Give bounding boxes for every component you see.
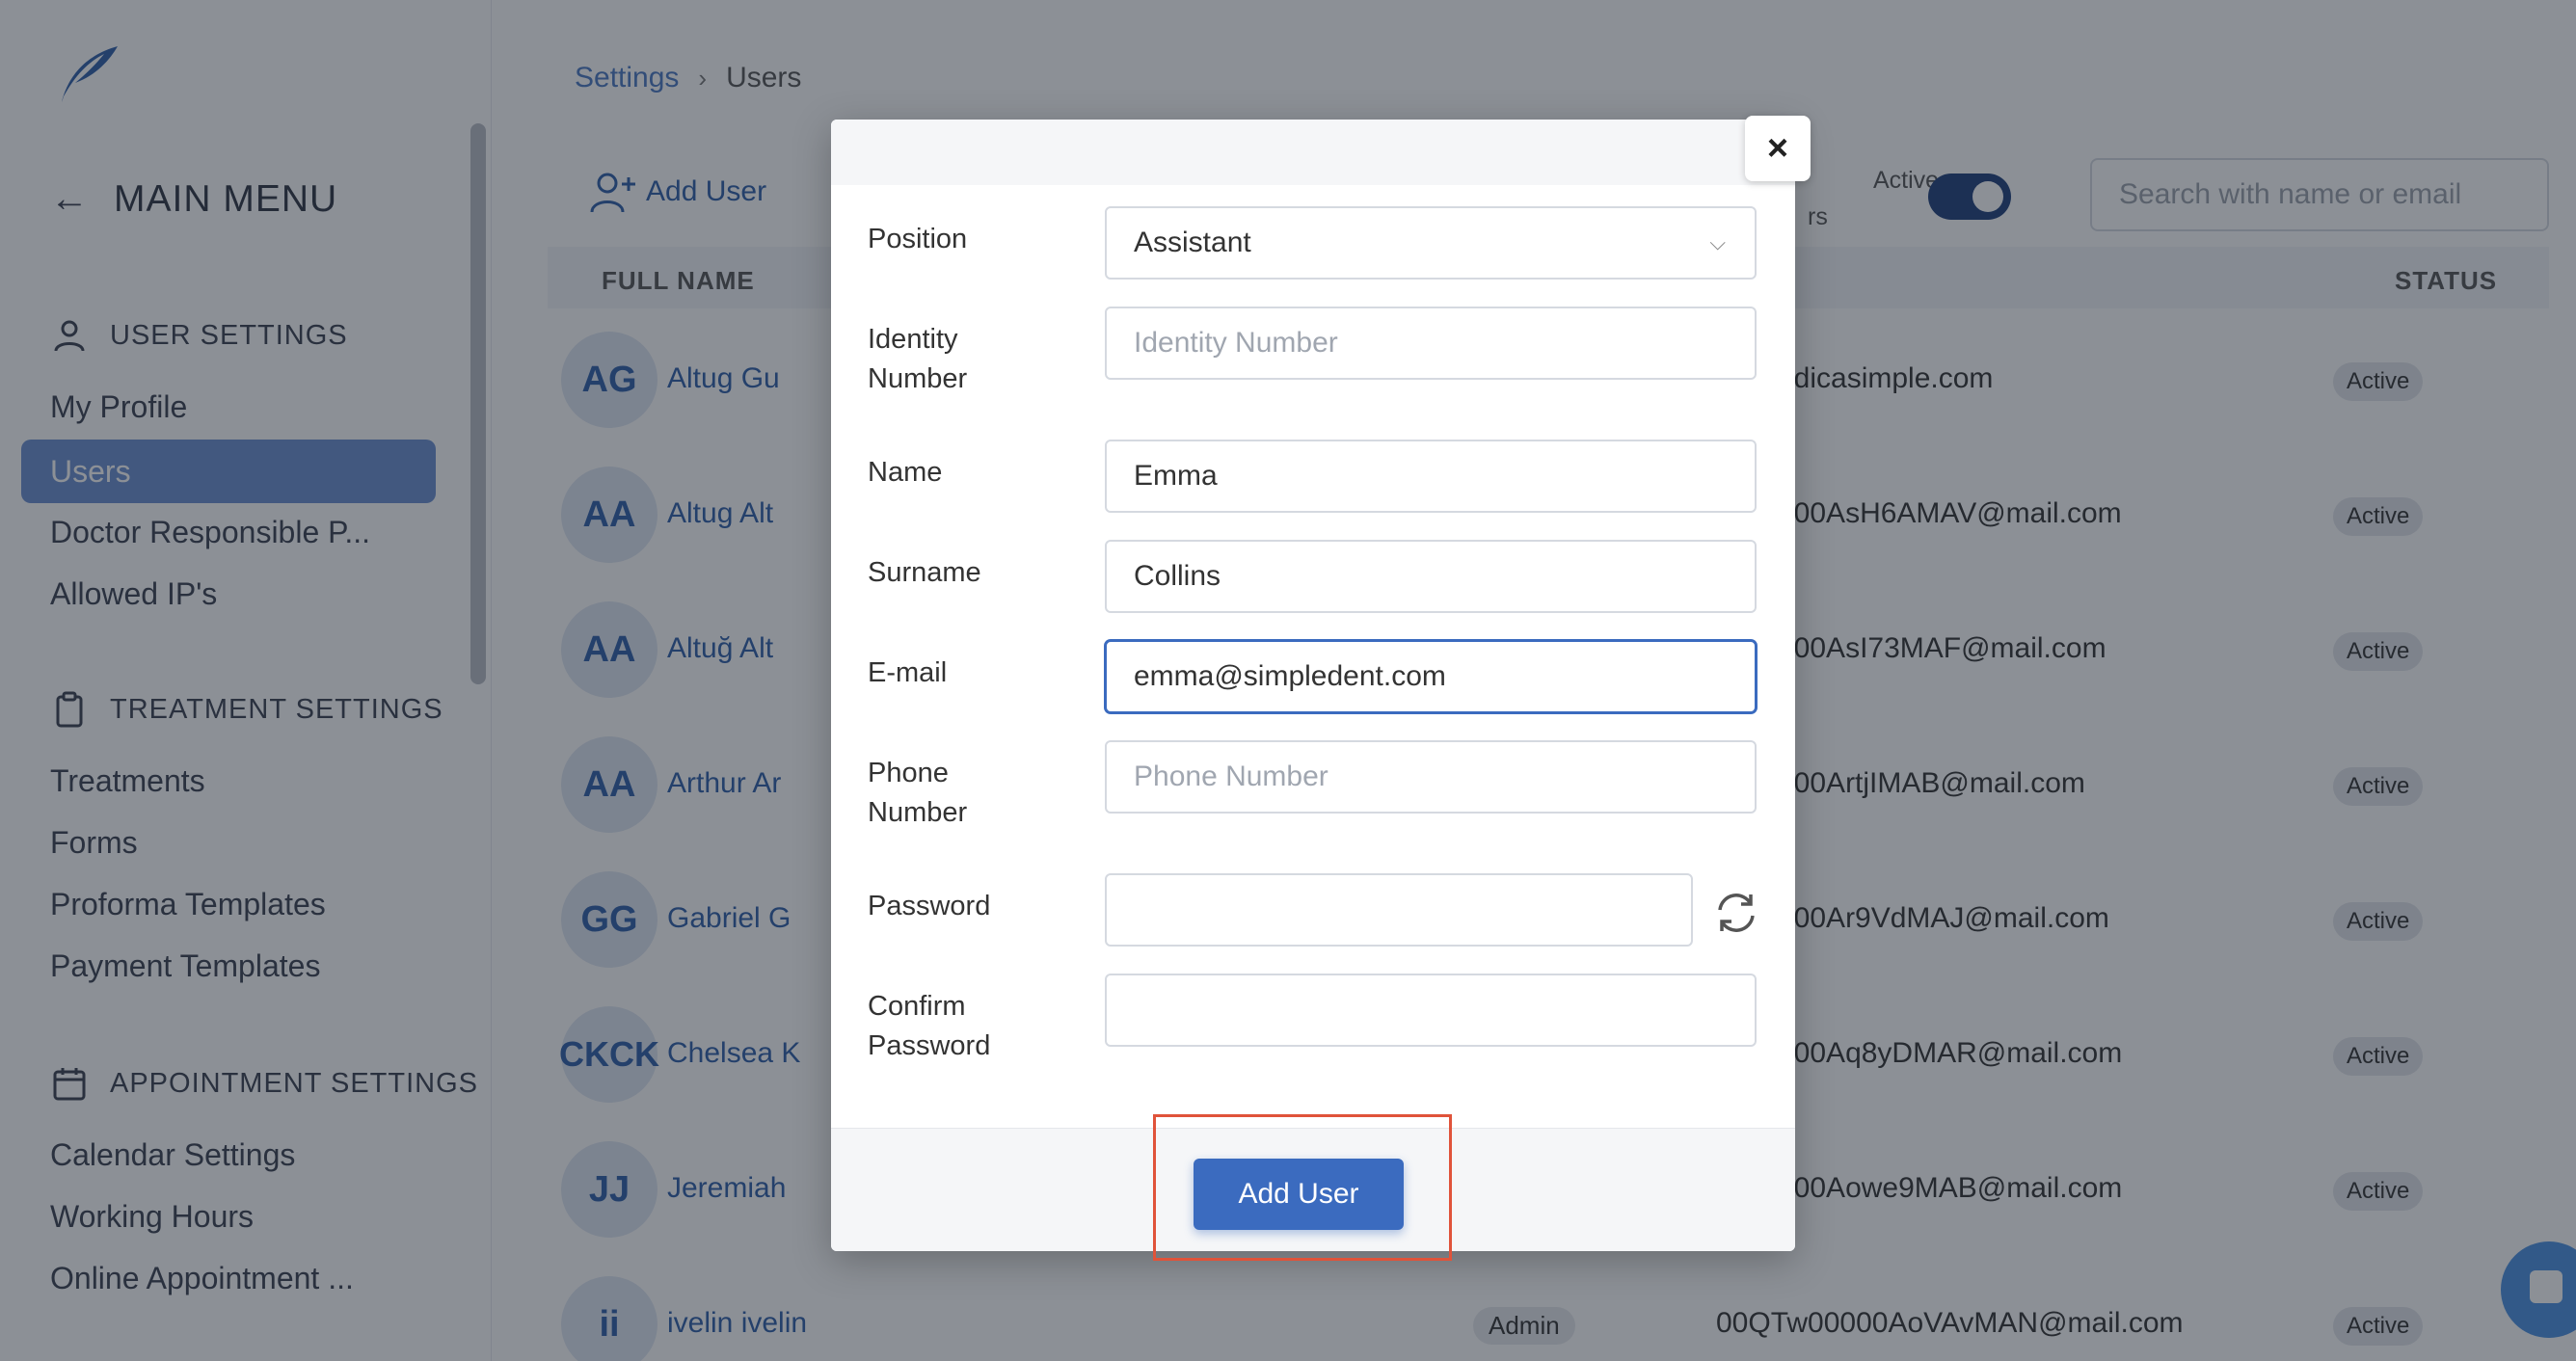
- confirm-label-line2: Password: [868, 1030, 991, 1061]
- phone-label-line2: Number: [868, 797, 968, 828]
- close-icon[interactable]: ×: [1745, 116, 1811, 181]
- identity-label-line2: Number: [868, 363, 968, 394]
- name-label: Name: [868, 457, 943, 488]
- chevron-down-icon: ⌵: [1709, 230, 1726, 254]
- confirm-label-line1: Confirm: [868, 991, 966, 1022]
- surname-input[interactable]: [1105, 540, 1757, 613]
- highlight-box: [1153, 1114, 1452, 1261]
- position-select[interactable]: Assistant ⌵: [1105, 206, 1757, 280]
- phone-number-input[interactable]: [1105, 740, 1757, 814]
- position-value: Assistant: [1134, 227, 1251, 258]
- password-input[interactable]: [1105, 873, 1693, 947]
- email-label: E-mail: [868, 657, 948, 688]
- add-user-modal: Position Assistant ⌵ Identity Number Nam…: [831, 120, 1795, 1251]
- email-input[interactable]: [1105, 640, 1757, 713]
- confirm-password-input[interactable]: [1105, 974, 1757, 1047]
- phone-number-label: Phone Number: [868, 754, 967, 833]
- position-label: Position: [868, 224, 968, 254]
- phone-label-line1: Phone: [868, 758, 949, 788]
- identity-number-input[interactable]: [1105, 307, 1757, 380]
- surname-label: Surname: [868, 557, 981, 588]
- confirm-password-label: Confirm Password: [868, 987, 990, 1066]
- refresh-icon[interactable]: [1712, 889, 1760, 937]
- identity-label-line1: Identity: [868, 324, 958, 355]
- name-input[interactable]: [1105, 440, 1757, 513]
- password-label: Password: [868, 891, 991, 921]
- identity-number-label: Identity Number: [868, 320, 967, 399]
- modal-header: [831, 120, 1795, 185]
